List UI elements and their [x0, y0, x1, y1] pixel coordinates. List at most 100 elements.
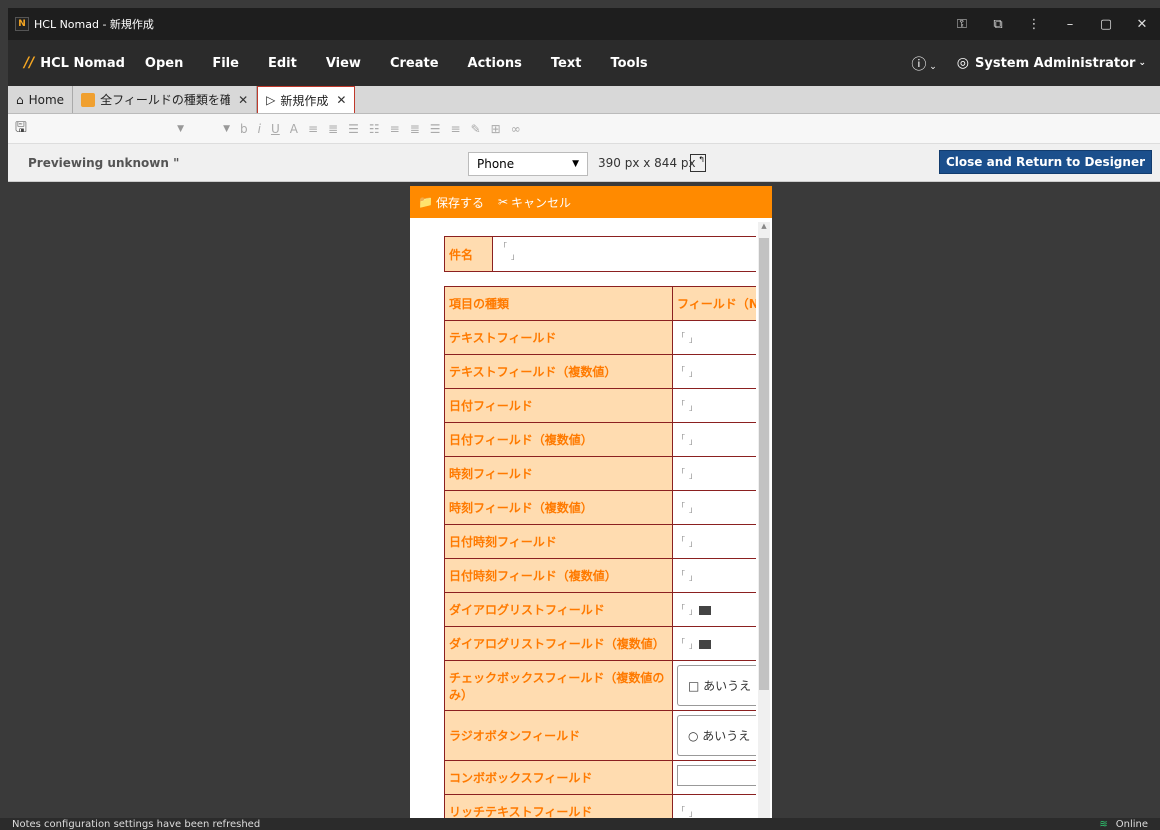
dropdown-button-icon[interactable] [699, 639, 711, 649]
user-menu[interactable]: ◎ System Administrator ⌄ [957, 55, 1146, 71]
menu-create[interactable]: Create [390, 56, 439, 71]
title-bar: N HCL Nomad - 新規作成 ⚿ ⧉ ⋮ – ▢ ✕ [8, 8, 1160, 40]
menu-tools[interactable]: Tools [610, 56, 647, 71]
row-label: 時刻フィールド [444, 456, 673, 491]
align-center-icon[interactable]: ≣ [328, 122, 338, 136]
minimize-button[interactable]: – [1052, 17, 1088, 32]
scrollbar-thumb[interactable] [759, 238, 769, 690]
menu-text[interactable]: Text [551, 56, 582, 71]
italic-icon[interactable]: i [258, 122, 261, 136]
dialog-list-field[interactable]: 「」 [672, 626, 756, 661]
save-icon[interactable]: 🖫 [8, 117, 34, 141]
number-list-icon[interactable]: ☷ [369, 122, 380, 136]
table-row: ダイアログリストフィールド 「」 [444, 592, 756, 627]
device-select[interactable]: Phone ▼ [468, 152, 588, 176]
dropdown-arrow-icon: ▼ [572, 159, 579, 169]
home-icon: ⌂ [16, 92, 24, 107]
row-label: 日付時刻フィールド（複数値） [444, 558, 673, 593]
datetime-field[interactable]: 「」 [672, 524, 756, 559]
database-icon [81, 92, 96, 107]
size-select[interactable]: ▼ [184, 119, 230, 139]
tab-home[interactable]: ⌂ Home [8, 86, 74, 113]
align-left-icon[interactable]: ≡ [308, 122, 318, 136]
hcl-logo-icon: // [24, 55, 35, 71]
text-field[interactable]: 「」 [672, 354, 756, 389]
preview-label: Previewing unknown " [28, 155, 180, 170]
close-tab-icon[interactable]: ✕ [238, 93, 248, 107]
key-icon[interactable]: ⚿ [944, 17, 980, 32]
align-right-icon[interactable]: ☰ [430, 122, 441, 136]
menu-open[interactable]: Open [145, 56, 183, 71]
justify-icon[interactable]: ≡ [451, 122, 461, 136]
datetime-field[interactable]: 「」 [672, 558, 756, 593]
table-row: コンボボックスフィールド [444, 760, 756, 795]
table-icon[interactable]: ⊞ [491, 122, 501, 136]
combo-field [672, 760, 756, 795]
combo-box-input[interactable] [677, 765, 756, 786]
close-window-button[interactable]: ✕ [1124, 17, 1160, 32]
row-label: ダイアログリストフィールド（複数値） [444, 626, 673, 661]
menu-edit[interactable]: Edit [268, 56, 297, 71]
time-field[interactable]: 「」 [672, 456, 756, 491]
tab-bar: ⌂ Home 全フィールドの種類を確認 ✕ ▷ 新規作成 ✕ [8, 86, 1160, 114]
play-icon: ▷ [266, 93, 276, 107]
checkbox-option[interactable]: □ あいうえ [677, 665, 756, 706]
menu-view[interactable]: View [326, 56, 361, 71]
field-start-marker: 「 [499, 242, 507, 251]
rich-text-field[interactable]: 「」 [672, 794, 756, 820]
preview-bar: Previewing unknown " Phone ▼ 390 px x 84… [8, 144, 1160, 182]
dialog-list-field[interactable]: 「」 [672, 592, 756, 627]
radio-option[interactable]: ○ あいうえ [677, 715, 756, 756]
maximize-button[interactable]: ▢ [1088, 17, 1124, 32]
outdent-icon[interactable]: ≣ [410, 122, 420, 136]
help-icon[interactable]: ⓘ ⌄ [911, 53, 936, 74]
device-value: Phone [477, 157, 515, 171]
font-select[interactable]: ▼ [46, 119, 184, 139]
date-field[interactable]: 「」 [672, 388, 756, 423]
text-field[interactable]: 「」 [672, 320, 756, 355]
close-tab-icon[interactable]: ✕ [336, 93, 346, 107]
row-label: リッチテキストフィールド [444, 794, 673, 820]
menu-actions[interactable]: Actions [468, 56, 522, 71]
attach-icon[interactable]: ✎ [471, 122, 481, 136]
brand-name: HCL Nomad [40, 55, 125, 71]
cancel-action-button[interactable]: ✂ キャンセル [498, 194, 571, 211]
bullet-list-icon[interactable]: ☰ [348, 122, 359, 136]
table-row: テキストフィールド（複数値） 「」 [444, 354, 756, 389]
table-row: 時刻フィールド 「」 [444, 456, 756, 491]
save-action-button[interactable]: 📁 保存する [418, 194, 484, 211]
indent-icon[interactable]: ≡ [390, 122, 400, 136]
tab-new-document[interactable]: ▷ 新規作成 ✕ [257, 86, 356, 113]
tab-all-fields[interactable]: 全フィールドの種類を確認 ✕ [73, 86, 258, 113]
window-title: HCL Nomad - 新規作成 [34, 18, 154, 31]
field-end-marker: 」 [511, 252, 519, 261]
link-icon[interactable]: ∞ [511, 122, 521, 136]
vertical-scrollbar[interactable]: ▲ [758, 222, 770, 820]
extension-icon[interactable]: ⧉ [980, 17, 1016, 32]
scroll-up-icon[interactable]: ▲ [758, 222, 770, 236]
row-label: 日付時刻フィールド [444, 524, 673, 559]
fields-table: 項目の種類 フィールド（N テキストフィールド 「」 テキストフィールド（複数値… [444, 286, 756, 820]
time-field[interactable]: 「」 [672, 490, 756, 525]
rotate-device-icon[interactable]: ↰ [690, 154, 706, 172]
row-label: 日付フィールド（複数値） [444, 422, 673, 457]
menu-file[interactable]: File [212, 56, 239, 71]
text-color-icon[interactable]: A [290, 122, 298, 136]
formatting-toolbar: 🖫 ▼ ▼ b i U A ≡ ≣ ☰ ☷ ≡ ≣ ☰ ≡ ✎ ⊞ ∞ [8, 114, 1160, 144]
more-options-icon[interactable]: ⋮ [1016, 17, 1052, 32]
subject-field[interactable]: 「」 [493, 237, 756, 271]
close-return-designer-button[interactable]: Close and Return to Designer [938, 150, 1152, 174]
row-label: チェックボックスフィールド（複数値のみ） [444, 660, 673, 711]
table-row: 日付フィールド 「」 [444, 388, 756, 423]
subject-row: 件名 「」 [444, 236, 756, 272]
app-logo-icon: N [15, 17, 29, 31]
date-field[interactable]: 「」 [672, 422, 756, 457]
bold-icon[interactable]: b [240, 122, 248, 136]
row-label: ラジオボタンフィールド [444, 710, 673, 761]
column-header-field: フィールド（N [672, 286, 756, 321]
brand[interactable]: // HCL Nomad [24, 55, 125, 71]
row-label: ダイアログリストフィールド [444, 592, 673, 627]
row-label: 日付フィールド [444, 388, 673, 423]
underline-icon[interactable]: U [271, 122, 280, 136]
dropdown-button-icon[interactable] [699, 605, 711, 615]
